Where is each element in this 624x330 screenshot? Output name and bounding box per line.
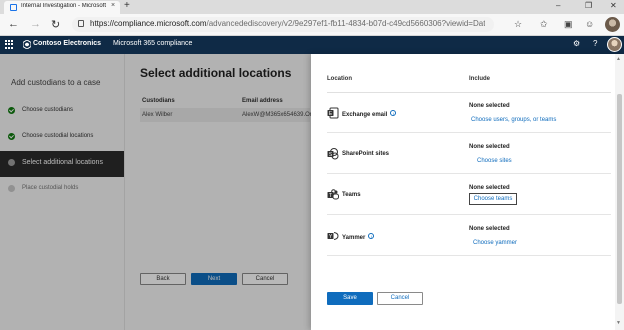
tab-title: Internal Investigation - Microsoft [21,3,107,9]
scroll-down-icon[interactable]: ▼ [616,320,621,326]
close-window-icon[interactable]: ✕ [610,1,617,10]
app-header: Contoso Electronics Microsoft 365 compli… [0,36,624,54]
browser-avatar[interactable] [605,17,620,32]
settings-icon[interactable]: ⚙ [573,39,580,48]
location-name: Yammer i [342,233,375,241]
additional-locations-panel: Location Include E Exchange email i None … [311,54,624,330]
url-host: https://compliance.microsoft.com [90,19,207,28]
column-header-include: Include [469,76,491,82]
yammer-icon: Y [327,232,339,240]
teams-icon: T [327,189,339,200]
scroll-up-icon[interactable]: ▲ [616,56,621,62]
sharepoint-icon: S [327,148,339,160]
browser-toolbar: ← → ↻ https://compliance.microsoft.com/a… [0,14,624,36]
collections-icon[interactable]: ▣ [564,19,573,30]
page-favicon-icon [10,4,17,11]
forward-arrow-icon[interactable]: → [30,18,41,30]
choose-users-link[interactable]: Choose users, groups, or teams [471,117,556,123]
new-tab-button[interactable]: + [124,0,130,11]
scroll-thumb[interactable] [617,94,622,304]
choose-sites-link[interactable]: Choose sites [477,158,512,164]
save-button[interactable]: Save [327,292,373,305]
location-name: Teams [342,192,361,198]
star-icon[interactable]: ☆ [514,19,522,30]
browser-tab-strip: Internal Investigation - Microsoft × + –… [0,0,624,14]
location-name: SharePoint sites [342,151,390,157]
location-row-sharepoint: S SharePoint sites None selected Choose … [327,134,611,174]
svg-text:T: T [329,193,332,199]
location-row-yammer: Y Yammer i None selected Choose yammer [327,216,611,256]
lock-icon [78,20,84,27]
help-icon[interactable]: ? [593,39,597,48]
choose-teams-button[interactable]: Choose teams [469,193,517,205]
url-path: /advancedediscovery/v2/9e297ef1-fb11-483… [206,19,485,28]
url-text[interactable]: https://compliance.microsoft.com/advance… [90,19,485,28]
location-name: Exchange email i [342,110,397,118]
browser-tab[interactable]: Internal Investigation - Microsoft × [4,1,120,14]
user-avatar[interactable] [607,37,622,52]
selection-status: None selected [469,185,510,191]
app-name[interactable]: Microsoft 365 compliance [113,40,192,47]
back-arrow-icon[interactable]: ← [8,18,19,30]
location-row-teams: T Teams None selected Choose teams [327,175,611,215]
selection-status: None selected [469,103,510,109]
info-icon[interactable]: i [368,233,375,239]
panel-scrollbar[interactable]: ▲ ▼ [615,54,624,330]
address-bar[interactable]: https://compliance.microsoft.com/advance… [72,17,494,32]
minimize-icon[interactable]: – [556,1,560,10]
refresh-icon[interactable]: ↻ [51,18,60,31]
choose-yammer-link[interactable]: Choose yammer [473,240,517,246]
favorites-icon[interactable]: ✩ [540,19,548,30]
modal-overlay[interactable] [0,54,311,330]
exchange-icon: E [327,107,339,119]
brand-name[interactable]: Contoso Electronics [33,40,101,47]
maximize-icon[interactable]: ❐ [585,1,592,10]
selection-status: None selected [469,144,510,150]
column-header-location: Location [327,76,352,82]
location-name-text: Yammer [342,235,366,241]
info-icon[interactable]: i [390,110,397,116]
cancel-button[interactable]: Cancel [377,292,423,305]
waffle-icon[interactable] [5,40,14,49]
location-name-text: Exchange email [342,112,388,118]
close-tab-icon[interactable]: × [111,2,115,9]
location-row-exchange: E Exchange email i None selected Choose u… [327,93,611,133]
selection-status: None selected [469,226,510,232]
profile-icon[interactable]: ☺ [585,19,594,29]
contoso-logo-icon [23,40,31,49]
